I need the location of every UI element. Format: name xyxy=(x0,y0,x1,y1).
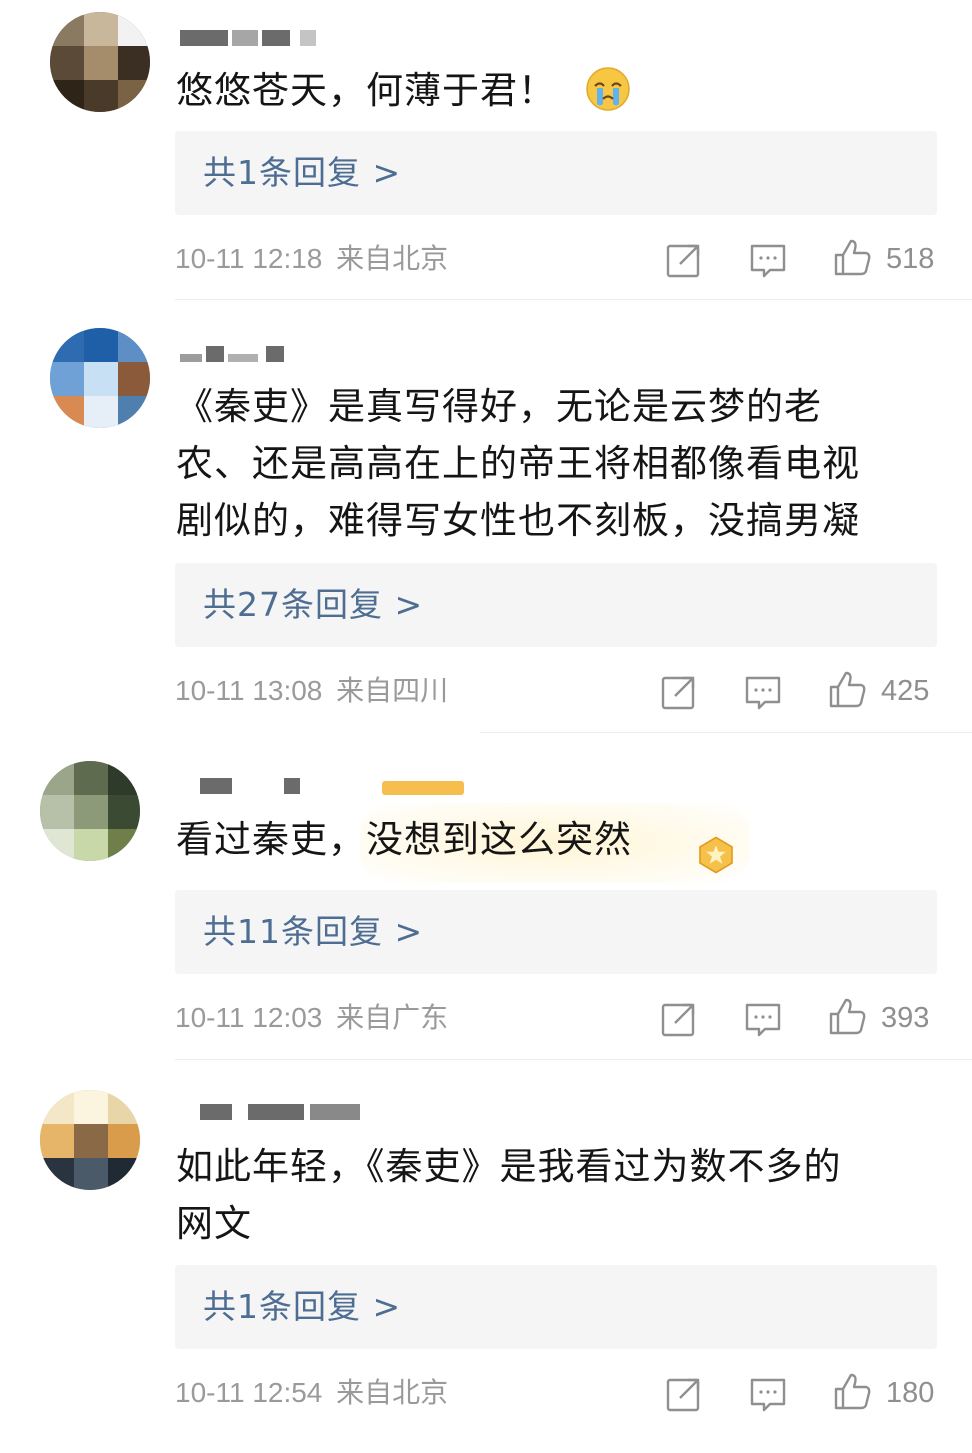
avatar[interactable] xyxy=(40,761,140,861)
reply-link[interactable]: 共27条回复 > xyxy=(175,563,937,647)
reply-link[interactable]: 共1条回复 > xyxy=(175,1265,937,1349)
reply-count-label: 共1条回复 > xyxy=(203,153,402,192)
like-icon[interactable] xyxy=(832,1371,872,1411)
timestamp: 10-11 13:08 xyxy=(175,675,323,706)
star-badge-icon xyxy=(696,835,746,885)
reply-count-label: 共11条回复 > xyxy=(203,912,424,951)
avatar[interactable] xyxy=(50,328,150,428)
timestamp: 10-11 12:18 xyxy=(175,243,323,274)
comment-1: 悠悠苍天，何薄于君！ 共1条回复 > 10-11 12:18 来自北京 518 xyxy=(0,0,972,300)
reply-count-label: 共27条回复 > xyxy=(203,585,424,624)
timestamp: 10-11 12:54 xyxy=(175,1377,323,1408)
timestamp: 10-11 12:03 xyxy=(175,1002,323,1033)
reply-link[interactable]: 共11条回复 > xyxy=(175,890,937,974)
comment-text: 看过秦吏，没想到这么突然 xyxy=(176,818,632,861)
like-count: 518 xyxy=(886,243,935,275)
username-blurred[interactable] xyxy=(200,778,320,796)
comment-icon[interactable] xyxy=(743,672,783,712)
location: 来自北京 xyxy=(336,243,449,274)
avatar[interactable] xyxy=(50,12,150,112)
location: 来自广东 xyxy=(336,1002,449,1033)
share-icon[interactable] xyxy=(659,672,699,712)
share-icon[interactable] xyxy=(659,999,699,1039)
comment-meta: 10-11 12:54 来自北京 xyxy=(175,1376,448,1410)
reply-link[interactable]: 共1条回复 > xyxy=(175,131,937,215)
comment-meta: 10-11 13:08 来自四川 xyxy=(175,674,448,708)
comment-icon[interactable] xyxy=(748,1374,788,1414)
like-icon[interactable] xyxy=(827,669,867,709)
avatar[interactable] xyxy=(40,1090,140,1190)
like-count: 425 xyxy=(881,675,930,707)
comment-text: 《秦吏》是真写得好，无论是云梦的老 农、还是高高在上的帝王将相都像看电视 剧似的… xyxy=(176,385,860,542)
comment-icon[interactable] xyxy=(748,240,788,280)
comment-3: 看过秦吏，没想到这么突然 共11条回复 > 10-11 12:03 来自广东 3… xyxy=(0,733,972,1059)
username-blurred[interactable] xyxy=(200,1104,370,1122)
like-icon[interactable] xyxy=(832,237,872,277)
location: 来自北京 xyxy=(336,1377,449,1408)
comment-meta: 10-11 12:03 来自广东 xyxy=(175,1001,448,1035)
like-count: 180 xyxy=(886,1377,935,1409)
comment-meta: 10-11 12:18 来自北京 xyxy=(175,242,448,276)
comment-4: 如此年轻，《秦吏》是我看过为数不多的 网文 共1条回复 > 10-11 12:5… xyxy=(0,1060,972,1453)
like-count: 393 xyxy=(881,1002,930,1034)
crying-emoji-icon xyxy=(585,66,631,112)
comment-text: 悠悠苍天，何薄于君！ xyxy=(176,69,556,112)
reply-count-label: 共1条回复 > xyxy=(203,1287,402,1326)
username-blurred[interactable] xyxy=(180,346,290,364)
share-icon[interactable] xyxy=(664,240,704,280)
comment-icon[interactable] xyxy=(743,999,783,1039)
like-icon[interactable] xyxy=(827,996,867,1036)
share-icon[interactable] xyxy=(664,1374,704,1414)
location: 来自四川 xyxy=(336,675,449,706)
member-badge-icon xyxy=(382,781,464,795)
comment-2: 《秦吏》是真写得好，无论是云梦的老 农、还是高高在上的帝王将相都像看电视 剧似的… xyxy=(0,300,972,732)
comment-text: 如此年轻，《秦吏》是我看过为数不多的 网文 xyxy=(176,1145,842,1245)
username-blurred[interactable] xyxy=(180,30,320,48)
